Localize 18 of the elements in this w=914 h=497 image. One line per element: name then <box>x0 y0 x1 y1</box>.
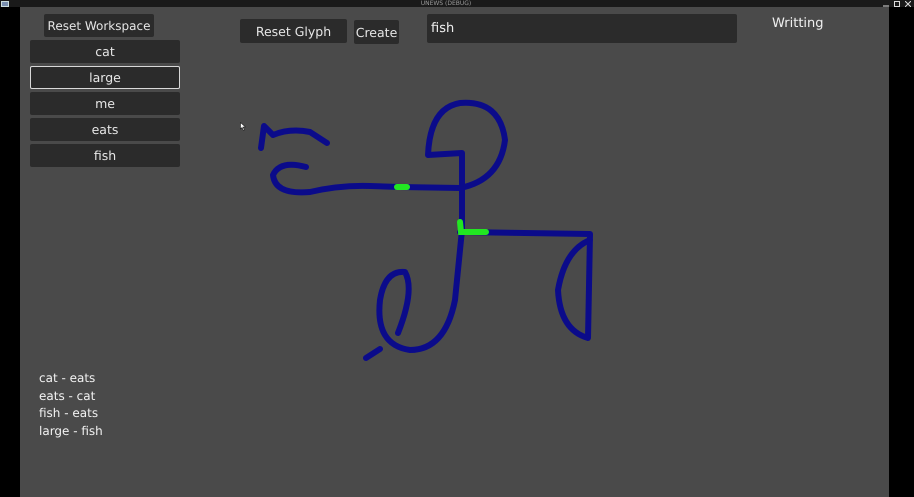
word-pair-text: fish - eats <box>39 405 100 422</box>
word-list-item[interactable]: large <box>30 66 180 89</box>
word-list-item[interactable]: eats <box>30 118 180 141</box>
word-list-item[interactable]: fish <box>30 144 180 167</box>
word-pair-text: large - fish <box>39 422 104 440</box>
word-pair-text: eats - cat <box>39 388 96 404</box>
word-input-field[interactable]: fish <box>427 14 737 43</box>
word-list-item[interactable]: me <box>30 92 180 115</box>
mode-label: Writting <box>772 16 824 31</box>
reset-glyph-button[interactable]: Reset Glyph <box>240 19 347 43</box>
close-icon[interactable] <box>905 0 911 6</box>
word-pair-text: cat - eats <box>39 370 96 387</box>
mouse-pointer-icon <box>240 122 246 131</box>
reset-workspace-button[interactable]: Reset Workspace <box>44 14 154 37</box>
maximize-icon[interactable] <box>894 0 900 6</box>
create-button[interactable]: Create <box>354 20 399 44</box>
word-list-item[interactable]: cat <box>30 40 180 63</box>
app-icon <box>1 0 9 6</box>
